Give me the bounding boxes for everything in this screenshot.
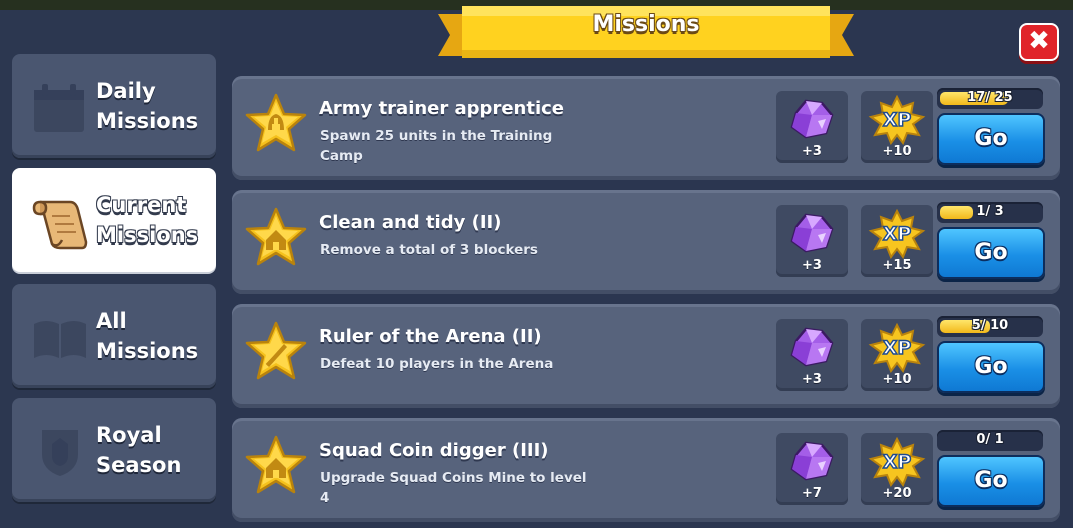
tab-label: Current Missions	[96, 193, 199, 247]
gem-reward: +7	[776, 433, 848, 505]
xp-label: XP	[883, 337, 912, 359]
progress-bar: 0/ 1	[937, 430, 1043, 451]
crest-icon	[42, 430, 78, 476]
gem-icon	[790, 441, 834, 481]
tab-label: Royal Season	[96, 423, 182, 477]
book-icon	[34, 321, 86, 358]
mission-card: Clean and tidy (II) Remove a total of 3 …	[232, 190, 1060, 294]
xp-badge-icon: XP	[868, 323, 926, 373]
go-button-label: Go	[974, 468, 1008, 493]
gem-reward: +3	[776, 205, 848, 277]
xp-label: XP	[883, 109, 912, 131]
title-banner: Missions	[438, 0, 854, 66]
tab-daily-missions[interactable]: Daily Missions	[12, 54, 216, 158]
go-button-label: Go	[974, 240, 1008, 265]
tab-all-missions[interactable]: All Missions	[12, 284, 216, 388]
close-button[interactable]: ✖	[1019, 23, 1059, 61]
progress-text: 5/ 10	[971, 318, 1009, 333]
mission-card: Ruler of the Arena (II) Defeat 10 player…	[232, 304, 1060, 408]
mission-title: Clean and tidy (II)	[319, 212, 502, 233]
gem-amount: +7	[802, 486, 822, 501]
xp-amount: +15	[882, 258, 912, 273]
progress-bar: 1/ 3	[937, 202, 1043, 223]
gem-icon	[790, 327, 834, 367]
xp-badge-icon: XP	[868, 209, 926, 259]
progress-text: 1/ 3	[976, 204, 1004, 219]
tab-current-missions[interactable]: Current Missions	[12, 168, 216, 272]
xp-reward: XP +10	[861, 91, 933, 163]
mission-description: Remove a total of 3 blockers	[320, 242, 538, 258]
tab-label: Daily Missions	[96, 79, 199, 133]
page-title: Missions	[592, 12, 700, 37]
xp-label: XP	[883, 451, 912, 473]
house-star-icon	[245, 207, 307, 266]
mission-description: Upgrade Squad Coins Mine to level 4	[320, 470, 587, 506]
scroll-icon	[32, 200, 88, 250]
progress-text: 17/ 25	[967, 90, 1013, 105]
mission-description: Defeat 10 players in the Arena	[320, 356, 554, 372]
gem-amount: +3	[802, 372, 822, 387]
house-star-icon	[245, 435, 307, 494]
go-button[interactable]: Go	[937, 455, 1045, 507]
xp-reward: XP +10	[861, 319, 933, 391]
gem-amount: +3	[802, 144, 822, 159]
go-button[interactable]: Go	[937, 113, 1045, 165]
progress-bar: 17/ 25	[937, 88, 1043, 109]
go-button[interactable]: Go	[937, 341, 1045, 393]
go-button-label: Go	[974, 126, 1008, 151]
mission-card: Squad Coin digger (III) Upgrade Squad Co…	[232, 418, 1060, 522]
xp-badge-icon: XP	[868, 95, 926, 145]
gem-reward: +3	[776, 319, 848, 391]
tab-royal-season[interactable]: Royal Season	[12, 398, 216, 502]
gem-reward: +3	[776, 91, 848, 163]
xp-reward: XP +15	[861, 205, 933, 277]
mission-title: Army trainer apprentice	[319, 98, 564, 119]
xp-amount: +10	[882, 372, 912, 387]
progress-bar: 5/ 10	[937, 316, 1043, 337]
xp-amount: +20	[882, 486, 912, 501]
gem-icon	[790, 99, 834, 139]
go-button-label: Go	[974, 354, 1008, 379]
helmet-star-icon	[245, 93, 307, 152]
xp-label: XP	[883, 223, 912, 245]
progress-text: 0/ 1	[976, 432, 1004, 447]
mission-description: Spawn 25 units in the Training Camp	[320, 128, 553, 164]
mission-title: Squad Coin digger (III)	[319, 440, 549, 461]
mission-card: Army trainer apprentice Spawn 25 units i…	[232, 76, 1060, 180]
gem-amount: +3	[802, 258, 822, 273]
sword-star-icon	[245, 321, 307, 380]
calendar-icon	[34, 84, 84, 132]
gem-icon	[790, 213, 834, 253]
xp-reward: XP +20	[861, 433, 933, 505]
go-button[interactable]: Go	[937, 227, 1045, 279]
mission-title: Ruler of the Arena (II)	[319, 326, 542, 347]
tab-label: All Missions	[96, 309, 199, 363]
xp-amount: +10	[882, 144, 912, 159]
xp-badge-icon: XP	[868, 437, 926, 487]
